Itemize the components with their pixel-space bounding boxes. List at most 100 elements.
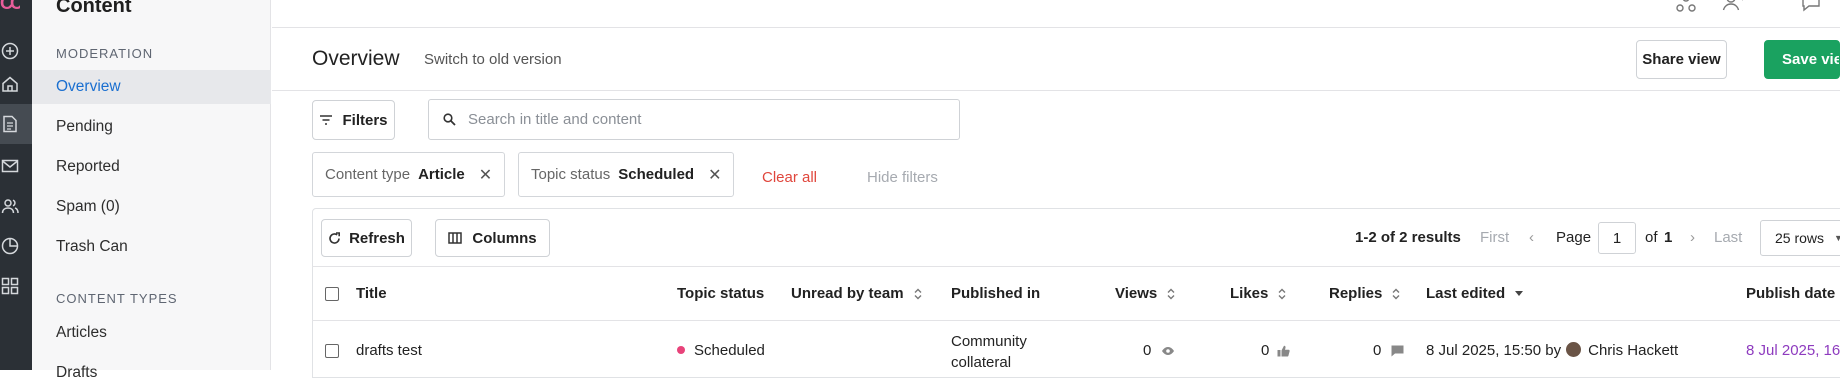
sidebar-item-drafts[interactable]: Drafts (32, 356, 271, 390)
header-row-divider (312, 320, 1840, 321)
columns-icon (448, 232, 463, 244)
col-replies-label: Replies (1329, 285, 1383, 302)
chip-value: Scheduled (618, 166, 695, 183)
network-icon[interactable] (1675, 0, 1697, 14)
sidebar-item-pending[interactable]: Pending (32, 110, 271, 144)
sidebar-item-overview[interactable]: Overview (32, 70, 271, 104)
sidebar-item-spam[interactable]: Spam (0) (32, 190, 271, 224)
comment-icon (1391, 345, 1404, 357)
top-bar-divider (272, 27, 1840, 28)
col-replies[interactable]: Replies (1329, 285, 1400, 302)
col-topic-status: Topic status (677, 285, 765, 302)
col-views-label: Views (1115, 285, 1158, 302)
status-dot (677, 346, 685, 355)
sidebar-title: Content (56, 0, 132, 17)
toolbar-divider (312, 266, 1840, 267)
sidebar-item-articles[interactable]: Articles (32, 316, 271, 350)
rail-messages-button[interactable] (0, 146, 32, 186)
published-in-line1: Community (951, 333, 1027, 350)
switch-old-version-link[interactable]: Switch to old version (424, 51, 562, 68)
sort-icon (1392, 288, 1400, 300)
chevron-left-icon[interactable]: ‹ (1529, 229, 1534, 246)
clear-all-link[interactable]: Clear all (762, 169, 817, 186)
sidebar-item-trash-can[interactable]: Trash Can (32, 230, 271, 264)
rail-home-button[interactable] (0, 64, 32, 104)
filter-chip-topic-status: Topic status Scheduled ✕ (518, 152, 735, 197)
col-likes-label: Likes (1230, 285, 1269, 302)
likes-count: 0 (1261, 342, 1270, 359)
rows-per-page-value: 25 rows (1775, 230, 1825, 246)
last-page-link[interactable]: Last (1714, 229, 1742, 246)
mail-icon (1, 157, 19, 175)
col-unread-by-team[interactable]: Unread by team (791, 285, 922, 302)
col-publish-date: Publish date (1746, 285, 1836, 302)
page-title: Overview (312, 47, 400, 70)
columns-label: Columns (472, 229, 537, 247)
home-icon (1, 75, 19, 93)
close-icon[interactable]: ✕ (708, 165, 721, 185)
col-title: Title (356, 285, 387, 302)
columns-button[interactable]: Columns (435, 219, 550, 257)
filters-button[interactable]: Filters (312, 100, 395, 140)
first-page-link[interactable]: First (1480, 229, 1509, 246)
icon-rail: CC (0, 0, 32, 370)
filters-label: Filters (342, 111, 388, 129)
chip-key: Topic status (531, 166, 611, 183)
document-icon (1, 115, 19, 133)
chip-value: Article (418, 166, 465, 183)
caret-down-icon: ▼ (1834, 233, 1840, 243)
select-all-checkbox[interactable] (325, 287, 339, 301)
sidebar-item-reported[interactable]: Reported (32, 150, 271, 184)
search-input[interactable] (466, 110, 936, 129)
rail-users-button[interactable] (0, 186, 32, 226)
plus-circle-icon (1, 42, 19, 60)
col-published-in: Published in (951, 285, 1041, 302)
row-checkbox[interactable] (325, 344, 339, 358)
hide-filters-link[interactable]: Hide filters (867, 169, 938, 186)
thumbs-up-icon (1277, 345, 1290, 357)
refresh-button[interactable]: Refresh (321, 219, 412, 257)
row-replies: 0 (1373, 342, 1404, 359)
page-label: Page (1556, 229, 1592, 246)
col-last-edited[interactable]: Last edited (1426, 285, 1524, 302)
row-likes: 0 (1261, 342, 1290, 359)
rail-analytics-button[interactable] (0, 226, 32, 266)
sort-icon (1278, 288, 1286, 300)
page-number-input[interactable] (1598, 222, 1636, 254)
search-box[interactable] (428, 99, 960, 140)
grid-icon (1, 277, 19, 295)
chat-icon[interactable] (1800, 0, 1822, 14)
last-edited-author[interactable]: Chris Hackett (1588, 342, 1678, 359)
avatar[interactable] (1566, 341, 1582, 357)
user-settings-icon[interactable] (1722, 0, 1746, 14)
of-label: of (1645, 229, 1658, 246)
col-last-edited-label: Last edited (1426, 285, 1506, 302)
last-edited-date: 8 Jul 2025, 15:50 by (1426, 342, 1562, 359)
rows-per-page-select[interactable]: 25 rows ▼ (1760, 220, 1840, 256)
rail-apps-button[interactable] (0, 266, 32, 306)
rail-content-button[interactable] (0, 104, 32, 144)
row-last-edited: 8 Jul 2025, 15:50 by Chris Hackett (1426, 341, 1678, 359)
results-count: 1-2 of 2 results (1355, 229, 1461, 246)
main-content: Overview Switch to old version Share vie… (272, 0, 1840, 378)
eye-icon (1161, 346, 1175, 356)
chevron-right-icon[interactable]: › (1690, 229, 1695, 246)
moderation-heading: MODERATION (56, 46, 154, 61)
col-views[interactable]: Views (1115, 285, 1175, 302)
filter-chip-content-type: Content type Article ✕ (312, 152, 506, 197)
content-sidebar: Content MODERATION Overview Pending Repo… (32, 0, 271, 381)
total-pages: 1 (1664, 229, 1673, 246)
app-logo[interactable]: CC (0, 0, 20, 11)
save-view-button[interactable]: Save view (1764, 40, 1840, 79)
content-types-heading: CONTENT TYPES (56, 291, 178, 306)
search-icon (443, 113, 456, 126)
row-title[interactable]: drafts test (356, 342, 422, 359)
row-publish-date[interactable]: 8 Jul 2025, 16:3 (1746, 342, 1840, 359)
chip-key: Content type (325, 166, 411, 183)
share-view-button[interactable]: Share view (1636, 40, 1727, 79)
col-likes[interactable]: Likes (1230, 285, 1286, 302)
row-published-in[interactable]: Community collateral (951, 331, 1027, 373)
close-icon[interactable]: ✕ (479, 165, 492, 185)
refresh-icon (328, 231, 341, 245)
replies-count: 0 (1373, 342, 1382, 359)
